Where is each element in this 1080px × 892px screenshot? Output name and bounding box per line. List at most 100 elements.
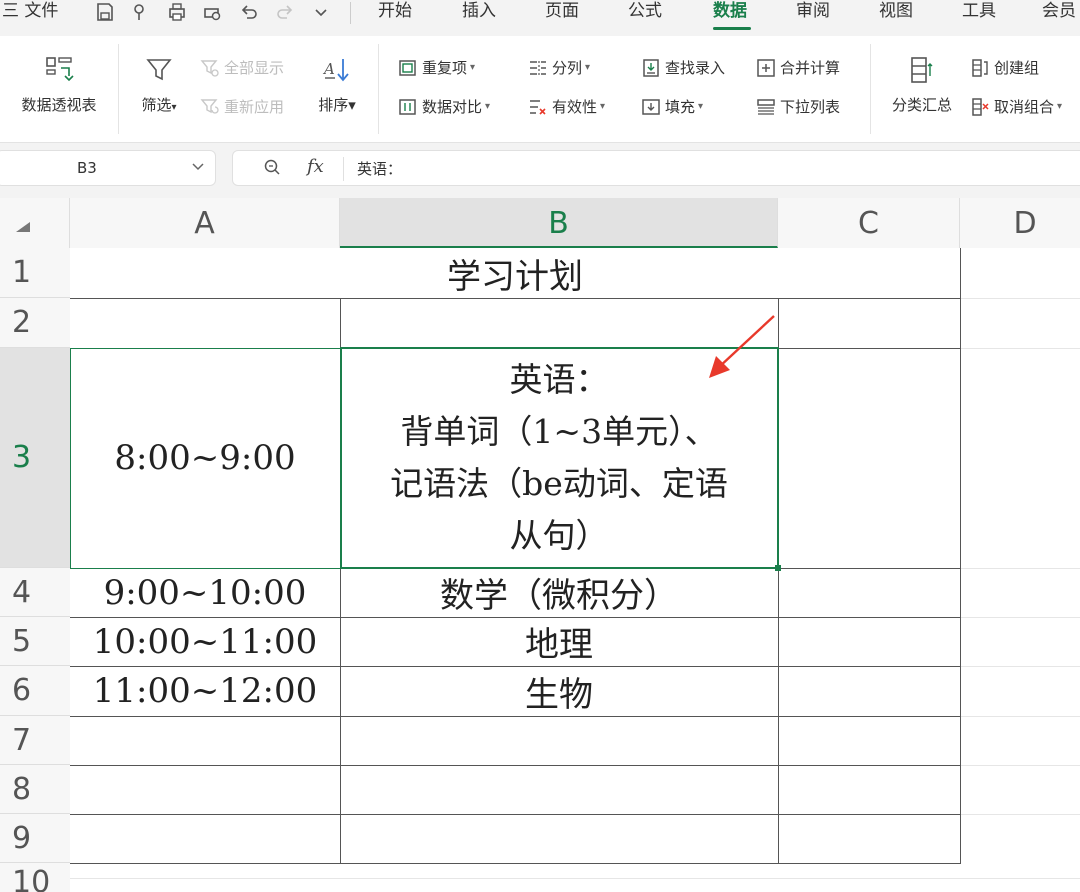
filter-label: 筛选 — [141, 96, 172, 114]
cell-b5[interactable]: 地理 — [340, 617, 778, 666]
print-preview-icon[interactable] — [202, 2, 224, 24]
duplicates-label: 重复项 — [422, 59, 468, 77]
dropdown-list-icon — [756, 97, 776, 117]
row-header-6[interactable]: 6 — [0, 666, 70, 716]
show-all-button[interactable]: 全部显示 — [200, 58, 284, 78]
subtotal-icon — [906, 54, 938, 86]
fill-icon — [641, 97, 661, 117]
create-group-icon — [970, 58, 990, 78]
tab-insert[interactable]: 插入 — [462, 0, 496, 22]
tab-home[interactable]: 开始 — [378, 0, 412, 22]
split-column-icon — [528, 58, 548, 78]
cell-b6[interactable]: 生物 — [340, 666, 778, 716]
format-painter-icon[interactable] — [130, 2, 152, 24]
fill-handle[interactable] — [775, 565, 781, 571]
column-header-a[interactable]: A — [70, 198, 340, 248]
filter-icon — [143, 54, 175, 86]
redo-icon[interactable] — [274, 2, 296, 24]
row-header-2[interactable]: 2 — [0, 298, 70, 348]
split-column-label: 分列 — [552, 59, 583, 77]
cell-b4[interactable]: 数学（微积分） — [340, 568, 778, 617]
cell-b3-line: 从句） — [509, 516, 609, 555]
tab-page[interactable]: 页面 — [545, 0, 579, 22]
menu-bar: 三 文件 开始 插入 页面 公式 数据 审阅 视图 工具 会员 — [0, 0, 1080, 34]
border-line — [70, 814, 961, 815]
reapply-label: 重新应用 — [224, 98, 285, 116]
tab-data[interactable]: 数据 — [713, 0, 747, 22]
select-all-corner[interactable] — [0, 198, 70, 248]
chevron-down-icon[interactable] — [191, 159, 205, 177]
sort-label: 排序 — [318, 96, 349, 114]
column-header-d[interactable]: D — [960, 198, 1080, 248]
dropdown-list-button[interactable]: 下拉列表 — [756, 97, 840, 117]
gridline — [960, 666, 1080, 667]
spreadsheet-grid[interactable]: A B C D 1 2 3 4 5 6 7 8 9 10 学习计划 8:00~9… — [0, 198, 1080, 892]
gridline — [960, 568, 1080, 569]
consolidate-button[interactable]: 合并计算 — [756, 58, 840, 78]
cell-a4[interactable]: 9:00~10:00 — [70, 568, 340, 617]
row-header-8[interactable]: 8 — [0, 765, 70, 814]
tab-review[interactable]: 审阅 — [796, 0, 830, 22]
tab-formula[interactable]: 公式 — [628, 0, 662, 22]
pivot-table-button[interactable]: 数据透视表 — [14, 54, 104, 115]
row-header-7[interactable]: 7 — [0, 716, 70, 765]
undo-icon[interactable] — [238, 2, 260, 24]
row-header-4[interactable]: 4 — [0, 568, 70, 617]
tab-view[interactable]: 视图 — [879, 0, 913, 22]
column-header-c[interactable]: C — [778, 198, 960, 248]
cell-a1-merged-title[interactable]: 学习计划 — [70, 248, 960, 298]
tab-member[interactable]: 会员 — [1042, 0, 1076, 22]
lookup-entry-button[interactable]: 查找录入 — [641, 58, 725, 78]
row-header-1[interactable]: 1 — [0, 248, 70, 298]
pivot-table-icon — [43, 54, 75, 86]
ungroup-button[interactable]: 取消组合 ▾ — [970, 97, 1062, 117]
consolidate-icon — [756, 58, 776, 78]
subtotal-button[interactable]: 分类汇总 — [884, 54, 960, 115]
validity-label: 有效性 — [552, 98, 598, 116]
duplicates-icon — [398, 58, 418, 78]
lookup-entry-icon — [641, 58, 661, 78]
reapply-button[interactable]: 重新应用 — [200, 97, 284, 117]
fill-button[interactable]: 填充 ▾ — [641, 97, 703, 117]
cell-b3-line: 记语法（be动词、定语 — [390, 464, 728, 503]
save-icon[interactable] — [94, 2, 116, 24]
sort-button[interactable]: A 排序▾ — [310, 54, 364, 115]
active-tab-indicator — [713, 27, 751, 30]
border-line — [70, 298, 961, 299]
select-all-icon — [16, 222, 30, 232]
formula-content[interactable]: 英语： — [357, 158, 402, 179]
row-header-9[interactable]: 9 — [0, 814, 70, 863]
menu-divider — [350, 2, 351, 24]
subtotal-label: 分类汇总 — [891, 96, 952, 114]
row-header-5[interactable]: 5 — [0, 617, 70, 666]
data-compare-icon — [398, 97, 418, 117]
column-header-b[interactable]: B — [340, 198, 778, 248]
chevron-down-icon[interactable] — [310, 2, 332, 24]
fx-icon[interactable]: fx — [307, 156, 324, 177]
border-line — [70, 716, 961, 717]
border-line — [778, 298, 779, 863]
validity-button[interactable]: 有效性 ▾ — [528, 97, 605, 117]
gridline — [70, 878, 1080, 879]
ribbon-divider — [378, 44, 379, 134]
formula-divider — [343, 157, 344, 181]
sort-icon: A — [321, 54, 353, 86]
row-header-3[interactable]: 3 — [0, 348, 70, 568]
gridline — [960, 814, 1080, 815]
zoom-icon[interactable] — [263, 158, 281, 180]
cell-a3[interactable]: 8:00~9:00 — [70, 348, 340, 568]
file-menu[interactable]: 三 文件 — [2, 0, 58, 28]
duplicates-button[interactable]: 重复项 ▾ — [398, 58, 475, 78]
ungroup-label: 取消组合 — [994, 98, 1055, 116]
cell-a5[interactable]: 10:00~11:00 — [70, 617, 340, 666]
print-icon[interactable] — [166, 2, 188, 24]
data-compare-button[interactable]: 数据对比 ▾ — [398, 97, 490, 117]
name-box[interactable]: B3 — [0, 150, 216, 186]
cell-a6[interactable]: 11:00~12:00 — [70, 666, 340, 716]
create-group-button[interactable]: 创建组 — [970, 58, 1039, 78]
filter-button[interactable]: 筛选▾ — [132, 54, 186, 115]
tab-tools[interactable]: 工具 — [962, 0, 996, 22]
split-column-button[interactable]: 分列 ▾ — [528, 58, 590, 78]
formula-input[interactable]: fx 英语： — [232, 150, 1080, 186]
row-header-10[interactable]: 10 — [0, 863, 70, 892]
